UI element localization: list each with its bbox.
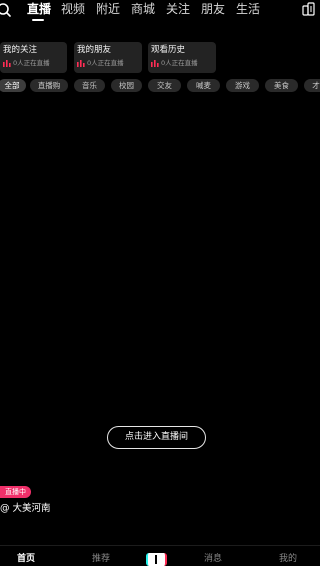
chip-all[interactable]: 全部 <box>0 79 26 92</box>
bottom-nav-me[interactable]: 我的 <box>279 552 297 566</box>
top-nav: 直播 视频 附近 商城 关注 朋友 生活 <box>0 0 320 22</box>
chip-social[interactable]: 交友 <box>148 79 181 92</box>
search-icon[interactable] <box>0 2 12 18</box>
tab-following[interactable]: 关注 <box>166 1 190 17</box>
card-my-friends[interactable]: 我的朋友 0人正在直播 <box>74 42 142 73</box>
tab-video[interactable]: 视频 <box>61 1 85 17</box>
chip-games[interactable]: 游戏 <box>226 79 259 92</box>
active-tab-indicator <box>32 19 44 21</box>
chip-campus[interactable]: 校园 <box>111 79 142 92</box>
shortcut-cards: 我的关注 0人正在直播 我的朋友 0人正在直播 观看历史 0人正在直播 <box>0 42 320 74</box>
card-subtitle: 0人正在直播 <box>151 58 198 68</box>
tab-mall[interactable]: 商城 <box>131 1 155 17</box>
chip-food[interactable]: 美食 <box>265 79 298 92</box>
tab-nearby[interactable]: 附近 <box>96 1 120 17</box>
host-name-link[interactable]: @ 大美河南 <box>0 502 51 516</box>
create-button[interactable] <box>146 553 167 566</box>
bottom-nav-home[interactable]: 首页 <box>17 552 35 566</box>
bottom-nav: 首页 推荐 消息 我的 <box>0 545 320 566</box>
card-subtitle: 0人正在直播 <box>77 58 124 68</box>
fullscreen-icon[interactable] <box>302 2 316 16</box>
card-subtitle: 0人正在直播 <box>3 58 50 68</box>
bottom-nav-messages[interactable]: 消息 <box>204 552 222 566</box>
chip-shout[interactable]: 喊麦 <box>187 79 220 92</box>
chip-talent[interactable]: 才 <box>304 79 320 92</box>
tab-life[interactable]: 生活 <box>236 1 260 17</box>
card-watch-history[interactable]: 观看历史 0人正在直播 <box>148 42 216 73</box>
live-bars-icon <box>77 59 85 67</box>
tab-live[interactable]: 直播 <box>27 1 51 17</box>
chip-music[interactable]: 音乐 <box>74 79 105 92</box>
enter-live-room-button[interactable]: 点击进入直播间 <box>107 426 206 449</box>
card-title: 我的关注 <box>3 45 38 55</box>
live-bars-icon <box>3 59 11 67</box>
card-title: 观看历史 <box>151 45 186 55</box>
live-bars-icon <box>151 59 159 67</box>
card-my-following[interactable]: 我的关注 0人正在直播 <box>0 42 67 73</box>
chip-live-shopping[interactable]: 直播购 <box>30 79 68 92</box>
tab-friends[interactable]: 朋友 <box>201 1 225 17</box>
live-status-badge: 直播中 <box>0 486 31 498</box>
bottom-nav-recommend[interactable]: 推荐 <box>92 552 110 566</box>
category-chips: 全部 直播购 音乐 校园 交友 喊麦 游戏 美食 才 <box>0 79 320 93</box>
card-title: 我的朋友 <box>77 45 112 55</box>
